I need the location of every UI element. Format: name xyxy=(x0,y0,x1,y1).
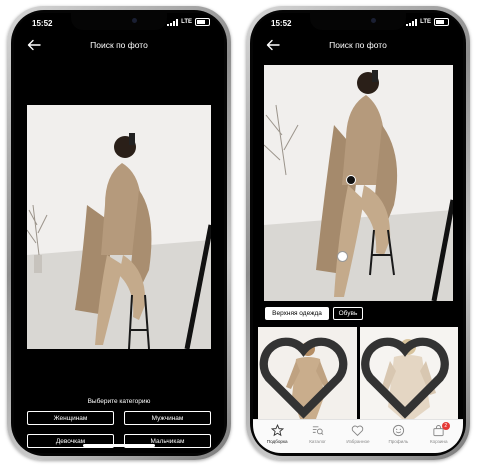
phone-left: 15:52 LTE Поиск по фото Выберите категор… xyxy=(7,6,231,460)
top-bar: Поиск по фото xyxy=(253,33,463,59)
chip-outerwear[interactable]: Верхняя одежда xyxy=(265,307,329,320)
smile-icon xyxy=(392,424,404,437)
signal-icon xyxy=(167,18,179,26)
page-title: Поиск по фото xyxy=(90,40,148,50)
screen-left: 15:52 LTE Поиск по фото Выберите категор… xyxy=(14,13,224,453)
home-indicator[interactable] xyxy=(83,444,155,447)
star-icon xyxy=(270,424,284,437)
signal-icon xyxy=(406,18,418,26)
network-label: LTE xyxy=(420,19,431,25)
bottom-tab-bar: Подборка Каталог Избранное Профиль 2 Кор… xyxy=(253,419,463,453)
category-men-button[interactable]: Мужчинам xyxy=(124,411,211,425)
screen-right: 15:52 LTE Поиск по фото Верхняя одежда О… xyxy=(253,13,463,453)
battery-icon xyxy=(195,18,210,26)
tab-label: Каталог xyxy=(309,439,326,444)
heart-icon xyxy=(352,425,364,437)
top-bar: Поиск по фото xyxy=(14,33,224,59)
status-bar: 15:52 LTE xyxy=(14,13,224,33)
category-prompt: Выберите категорию xyxy=(87,398,151,405)
status-time: 15:52 xyxy=(32,19,53,28)
phone-right: 15:52 LTE Поиск по фото Верхняя одежда О… xyxy=(246,6,470,460)
product-card-2[interactable] xyxy=(360,327,458,419)
tab-label: Избранное xyxy=(346,439,370,444)
tab-cart[interactable]: 2 Корзина xyxy=(420,420,458,453)
cart-count-badge: 2 xyxy=(441,422,450,430)
category-women-button[interactable]: Женщинам xyxy=(27,411,114,425)
tab-profile[interactable]: Профиль xyxy=(379,420,417,453)
catalog-search-icon xyxy=(312,426,324,436)
status-bar: 15:52 LTE xyxy=(253,13,463,33)
tab-label: Подборка xyxy=(266,439,288,444)
tab-favorites[interactable]: Избранное xyxy=(339,420,377,453)
detection-marker-coat[interactable] xyxy=(346,175,356,185)
detection-marker-shoes[interactable] xyxy=(337,251,348,262)
page-title: Поиск по фото xyxy=(329,40,387,50)
status-time: 15:52 xyxy=(271,19,292,28)
chip-shoes[interactable]: Обувь xyxy=(333,307,363,320)
tab-catalog[interactable]: Каталог xyxy=(299,420,337,453)
network-label: LTE xyxy=(181,19,192,25)
product-card-1[interactable] xyxy=(258,327,357,419)
tab-label: Профиль xyxy=(388,439,409,444)
uploaded-photo xyxy=(264,65,453,301)
tab-picks[interactable]: Подборка xyxy=(258,420,296,453)
favorite-heart-icon[interactable] xyxy=(258,330,353,419)
uploaded-photo xyxy=(27,105,211,349)
battery-icon xyxy=(434,18,449,26)
tab-label: Корзина xyxy=(430,439,448,444)
favorite-heart-icon[interactable] xyxy=(360,330,454,419)
